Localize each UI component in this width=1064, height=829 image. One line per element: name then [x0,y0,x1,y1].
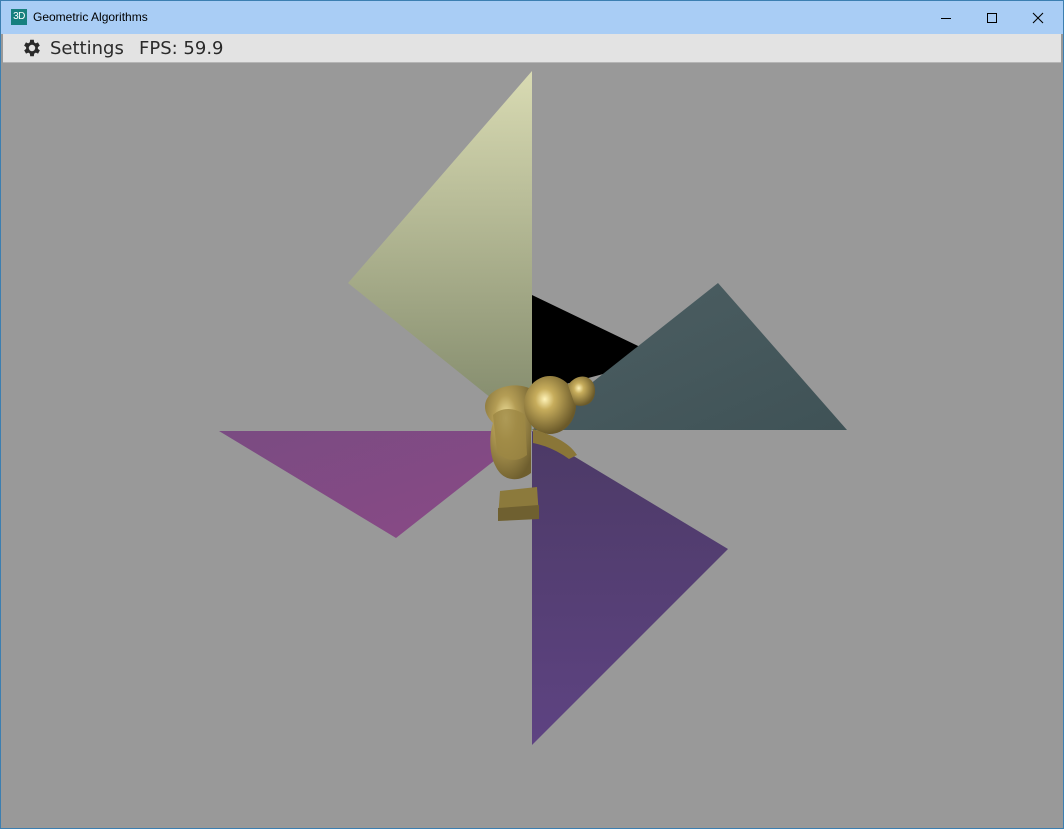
minimize-icon [941,17,951,19]
gear-icon [24,39,40,57]
window-title: Geometric Algorithms [33,10,148,24]
blade-top-yellow [348,71,532,431]
close-button[interactable] [1015,1,1061,34]
scene-canvas[interactable] [3,63,1061,826]
blade-left-magenta [219,431,532,538]
app-window: 3D Geometric Algorithms Settings FPS: 59… [0,0,1064,829]
app-3d-icon: 3D [11,9,27,25]
fps-readout: FPS: 59.9 [139,37,224,59]
blade-bottom-violet [532,431,728,745]
minimize-button[interactable] [923,1,969,34]
settings-menu-button[interactable]: Settings [21,34,124,62]
menu-bar: Settings FPS: 59.9 [3,34,1061,63]
settings-label: Settings [50,37,124,59]
close-icon [1032,12,1044,23]
maximize-icon [987,12,997,23]
maximize-button[interactable] [969,1,1015,34]
title-bar[interactable]: 3D Geometric Algorithms [1,1,1063,34]
3d-viewport[interactable] [3,63,1061,826]
